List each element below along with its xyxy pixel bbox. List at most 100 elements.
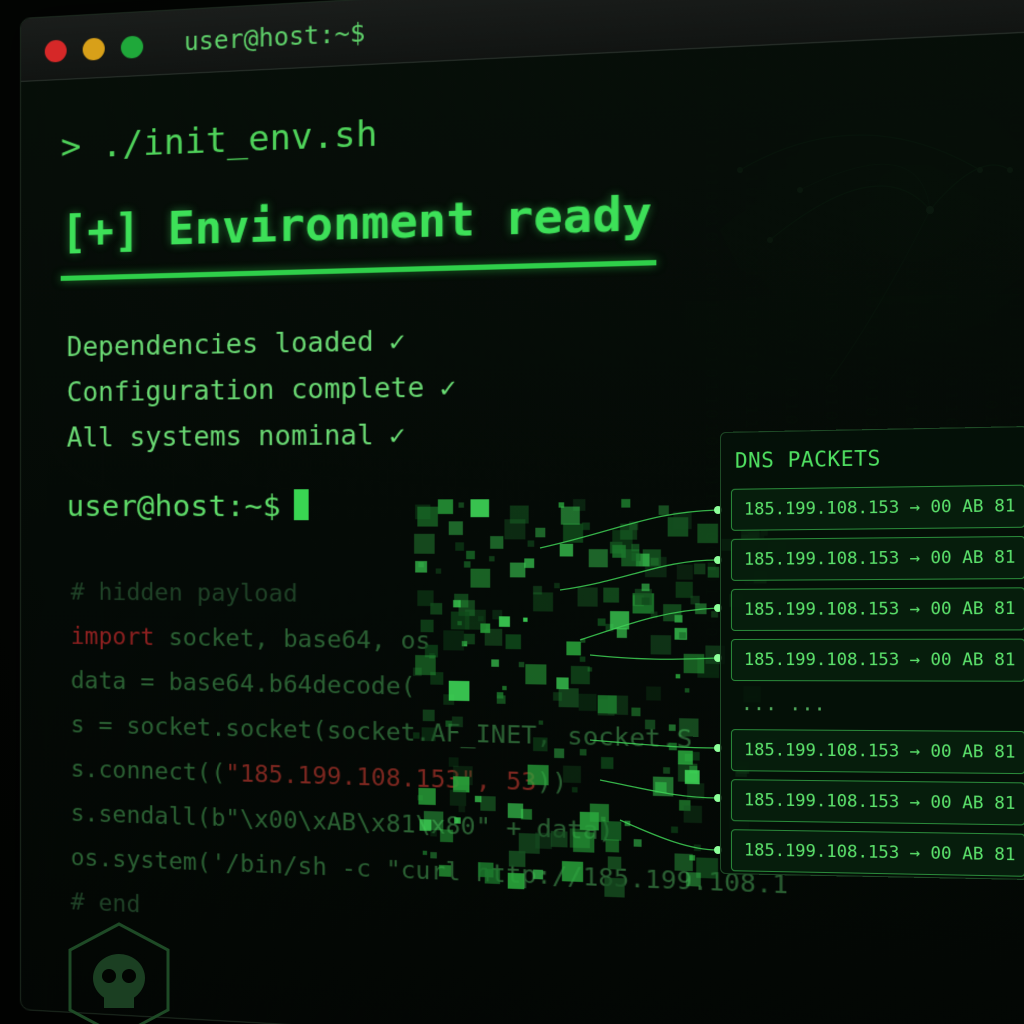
glitch-pixel <box>553 692 562 701</box>
dns-packet-row: 185.199.108.153 → 00 AB 81 F3 <box>730 829 1024 877</box>
glitch-pixel <box>458 805 466 813</box>
glitch-pixel <box>454 817 461 824</box>
glitch-pixel <box>644 719 656 730</box>
glitch-pixel <box>673 511 692 530</box>
glitch-pixel <box>430 830 437 837</box>
close-icon[interactable] <box>44 39 67 63</box>
glitch-pixel <box>675 674 681 679</box>
glitch-pixel <box>490 536 504 549</box>
code-line: # end <box>70 889 141 919</box>
skull-icon <box>68 922 170 1024</box>
dns-packet-row: 185.199.108.153 → 00 AB 81 F1 <box>730 729 1024 775</box>
glitch-pixel <box>538 720 544 725</box>
dns-packet-row: 185.199.108.153 → 00 AB 81 83 <box>730 638 1024 682</box>
prompt-text: user@host:~$ <box>66 488 281 524</box>
glitch-pixel <box>582 522 590 530</box>
glitch-pixel <box>683 805 702 824</box>
glitch-pixel <box>658 505 669 516</box>
status-line-configuration: Configuration complete ✓ <box>67 372 457 408</box>
packet-bytes: 00 AB 81 F1 <box>930 741 1024 763</box>
glitch-pixel <box>437 499 454 514</box>
glitch-pixel <box>579 656 586 662</box>
glitch-pixel <box>675 581 693 598</box>
glitch-pixel <box>556 677 569 690</box>
glitch-pixel <box>559 543 574 557</box>
glitch-pixel <box>480 795 496 812</box>
glitch-pixel <box>569 828 590 849</box>
glitch-pixel <box>607 856 622 870</box>
glitch-pixel <box>587 667 593 672</box>
glitch-pixel <box>422 709 435 722</box>
title-bar: user@host:~$ <box>20 0 1024 82</box>
maximize-icon[interactable] <box>120 35 144 59</box>
glitch-pixel <box>597 695 617 714</box>
glitch-pixel <box>463 561 471 568</box>
glitch-pixel <box>430 851 437 859</box>
checkmark-icon: ✓ <box>388 420 406 452</box>
glitch-pixel <box>498 616 510 627</box>
glitch-pixel <box>610 611 630 630</box>
code-text: socket, base64, os <box>154 624 431 656</box>
glitch-pixel <box>620 523 638 540</box>
glitch-pixel <box>677 750 693 765</box>
glitch-pixel <box>616 628 627 638</box>
glitch-pixel <box>624 820 631 827</box>
glitch-pixel <box>443 630 464 651</box>
status-line-systems: All systems nominal ✓ <box>67 420 406 454</box>
glitch-pixel <box>489 556 495 562</box>
glitch-pixel <box>631 707 641 717</box>
glitch-pixel <box>579 748 587 756</box>
glitch-pixel <box>695 603 707 615</box>
glitch-pixel <box>566 641 581 656</box>
glitch-pixel <box>413 732 420 739</box>
environment-ready-banner: [+] Environment ready <box>60 187 653 259</box>
glitch-pixel <box>580 638 586 643</box>
glitch-pixel <box>525 664 547 685</box>
glitch-pixel <box>415 655 436 676</box>
glitch-pixel <box>535 832 552 850</box>
glitch-pixel <box>693 563 706 575</box>
glitch-pixel <box>663 604 682 622</box>
banner-underline <box>60 259 657 281</box>
cursor-block <box>293 489 309 521</box>
glitch-pixel <box>527 540 535 547</box>
glitch-pixel <box>466 550 475 560</box>
glitch-pixel <box>646 686 661 701</box>
minimize-icon[interactable] <box>82 37 105 61</box>
glitch-pixel <box>604 877 625 898</box>
glitch-pixel <box>438 864 451 877</box>
glitch-pixel <box>440 829 454 843</box>
glitch-pixel <box>663 767 670 774</box>
dns-packet-row: 185.199.108.153 → 00 AB 81 81 <box>730 535 1024 581</box>
packet-bytes: 00 AB 81 80 <box>930 496 1024 518</box>
glitch-pixel <box>685 872 701 887</box>
status-text: Configuration complete <box>66 372 425 409</box>
packet-bytes: 00 AB 81 F2 <box>930 792 1024 815</box>
glitch-pixel <box>621 549 640 567</box>
packet-ip: 185.199.108.153 <box>743 740 900 762</box>
arrow-right-icon: → <box>909 599 921 620</box>
glitch-pixel <box>707 566 720 578</box>
glitch-pixel <box>527 764 549 786</box>
glitch-pixel <box>478 616 484 622</box>
shell-prompt[interactable]: user@host:~$ <box>66 488 309 524</box>
glitch-pixel <box>448 680 470 702</box>
glitch-pixel <box>641 583 650 592</box>
glitch-pixel <box>414 533 435 554</box>
glitch-pixel <box>605 839 620 853</box>
arrow-right-icon: → <box>909 548 921 569</box>
glitch-pixel <box>417 590 434 607</box>
glitch-pixel <box>563 765 581 784</box>
terminal-output: > ./init_env.sh [+] Environment ready De… <box>60 84 1024 918</box>
packet-bytes: 00 AB 81 81 <box>930 547 1024 569</box>
glitch-pixel <box>697 523 719 544</box>
scene: 0101101001110100101100101010110100111010… <box>0 0 1024 1024</box>
glitch-pixel <box>470 568 491 588</box>
glitch-pixel <box>450 611 470 630</box>
glitch-pixel <box>415 561 428 573</box>
command-line: > ./init_env.sh <box>60 113 378 168</box>
glitch-pixel <box>417 506 438 527</box>
arrow-right-icon: → <box>909 649 921 671</box>
glitch-pixel <box>601 756 614 770</box>
status-line-dependencies: Dependencies loaded ✓ <box>67 326 406 363</box>
